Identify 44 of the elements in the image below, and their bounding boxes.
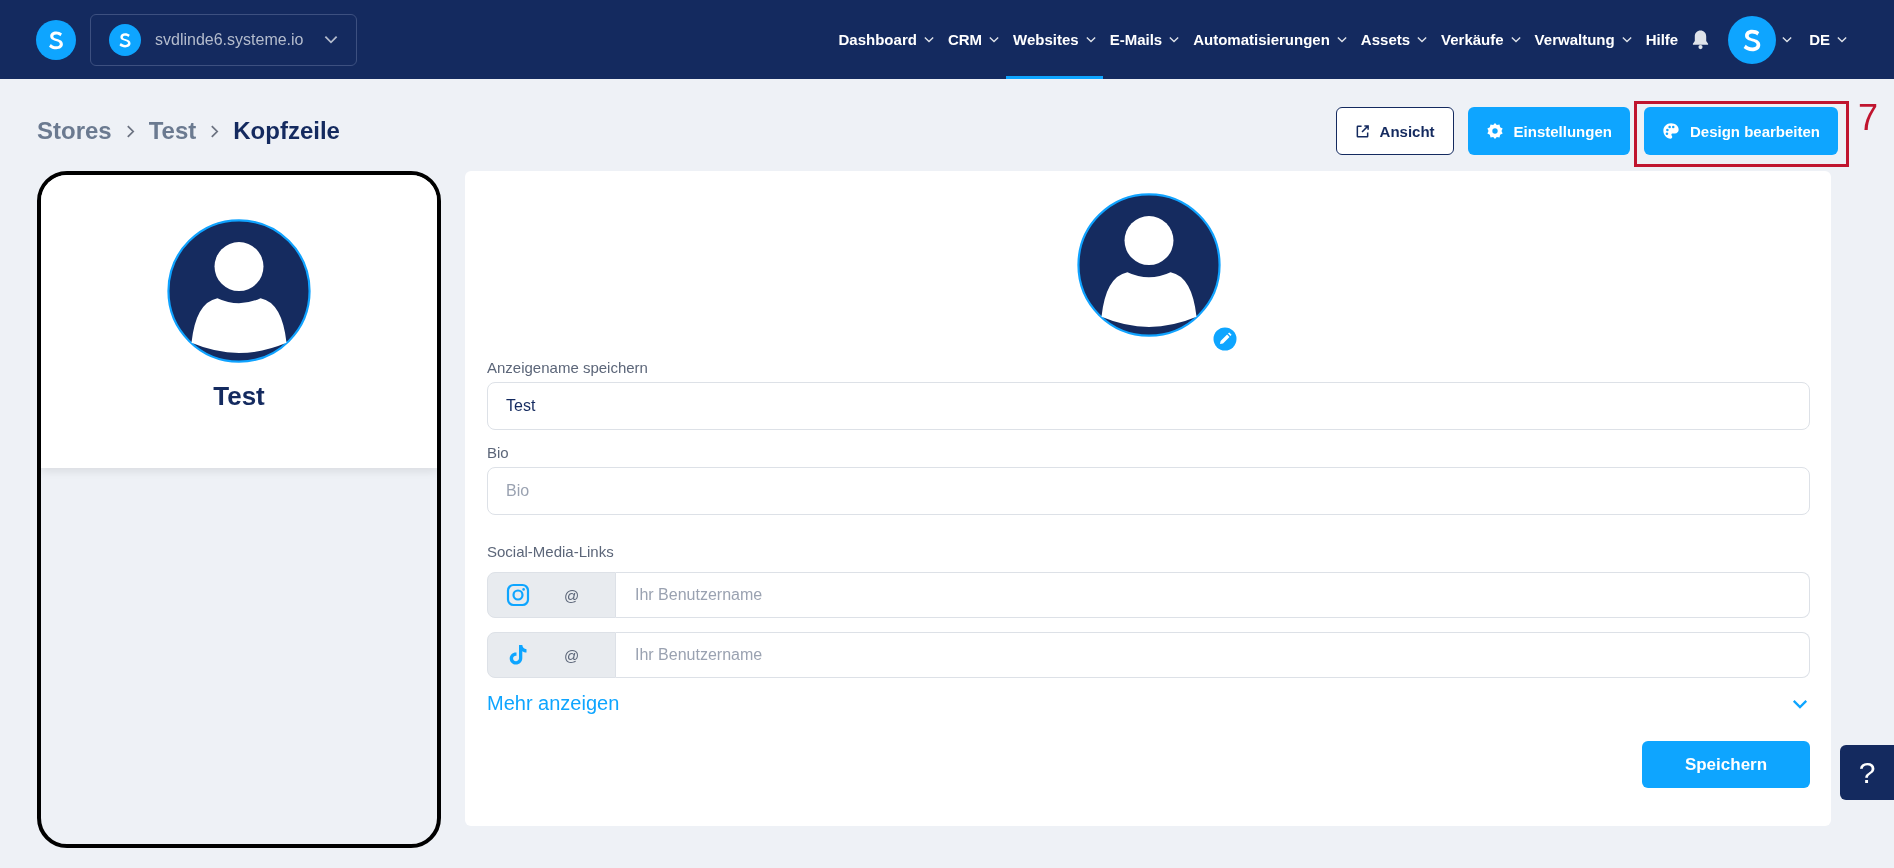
nav-menu-item[interactable]: Assets bbox=[1353, 0, 1435, 79]
bell-icon[interactable] bbox=[1691, 29, 1711, 50]
user-avatar[interactable] bbox=[1728, 15, 1777, 64]
language-selector[interactable]: DE bbox=[1802, 0, 1854, 79]
nav-menu-item[interactable]: Automatisierungen bbox=[1186, 0, 1354, 79]
avatar-icon bbox=[1076, 193, 1221, 337]
logo-icon bbox=[109, 23, 141, 56]
profile-name: Test bbox=[213, 381, 265, 412]
nav-menu-item[interactable]: Websites bbox=[1006, 0, 1103, 79]
prefix-text: @ bbox=[564, 646, 580, 664]
chevron-right-icon bbox=[210, 124, 220, 138]
prefix-text: @ bbox=[564, 586, 580, 604]
breadcrumb-link[interactable]: Test bbox=[148, 117, 197, 145]
avatar-icon bbox=[167, 219, 311, 363]
nav-menu-item[interactable]: Dashboard bbox=[831, 0, 941, 79]
field-label: Social-Media-Links bbox=[487, 543, 615, 560]
chevron-down-icon bbox=[1782, 36, 1793, 43]
nav-menu-item[interactable]: E-Mails bbox=[1102, 0, 1187, 79]
bio-field[interactable]: Bio bbox=[487, 467, 1810, 515]
instagram-icon bbox=[506, 583, 530, 607]
external-link-icon bbox=[1354, 123, 1370, 139]
logo-icon[interactable] bbox=[36, 19, 76, 60]
help-button[interactable]: ? bbox=[1840, 745, 1894, 800]
breadcrumb-current: Kopfzeile bbox=[233, 117, 340, 145]
chevron-down-icon bbox=[323, 35, 338, 44]
settings-icon bbox=[1485, 122, 1504, 140]
username-field[interactable]: Ihr Benutzername bbox=[616, 632, 1810, 678]
nav-menu-item[interactable]: Verwaltung bbox=[1527, 0, 1639, 79]
nav-menu-item[interactable]: CRM bbox=[940, 0, 1007, 79]
chevron-down-icon bbox=[1792, 698, 1808, 709]
username-field[interactable]: Ihr Benutzername bbox=[616, 572, 1810, 618]
chevron-right-icon bbox=[125, 124, 135, 138]
edit-pencil-icon[interactable] bbox=[1212, 327, 1237, 351]
annotation-number: 7 bbox=[1858, 97, 1879, 139]
nav-menu-item[interactable]: Hilfe bbox=[1638, 0, 1686, 79]
display-name-field[interactable]: Test bbox=[487, 382, 1810, 430]
workspace-selector[interactable]: svdlinde6.systeme.io bbox=[90, 13, 357, 66]
breadcrumb-link[interactable]: Stores bbox=[37, 117, 112, 145]
view-button[interactable]: Ansicht bbox=[1335, 107, 1454, 155]
nav-menu-item[interactable]: Verkäufe bbox=[1434, 0, 1528, 79]
field-label: Bio bbox=[487, 444, 510, 461]
field-label: Anzeigename speichern bbox=[487, 359, 649, 376]
chevron-down-icon bbox=[1837, 36, 1847, 43]
palette-icon bbox=[1661, 122, 1680, 140]
